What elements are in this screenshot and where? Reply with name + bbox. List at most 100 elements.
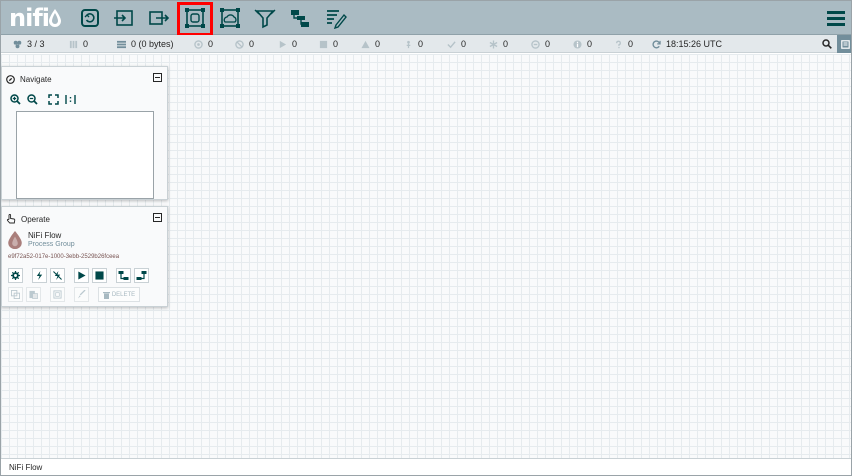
locally-modified-stat: 0 xyxy=(489,35,508,53)
label-button[interactable] xyxy=(323,5,349,31)
not-transmitting-icon xyxy=(235,39,244,49)
fit-button[interactable] xyxy=(47,93,60,106)
disabled-stat: 0 xyxy=(404,35,423,53)
selected-component-type: Process Group xyxy=(28,241,75,248)
stale-count: 0 xyxy=(545,39,551,49)
navigate-collapse-button[interactable] xyxy=(153,73,162,82)
color-button[interactable] xyxy=(74,287,89,302)
delete-label: DELETE xyxy=(111,291,136,298)
threads-icon xyxy=(69,40,78,48)
disabled-count: 0 xyxy=(418,39,424,49)
input-port-button[interactable] xyxy=(111,5,137,31)
up-to-date-stat: 0 xyxy=(447,35,466,53)
processor-button[interactable] xyxy=(77,5,103,31)
funnel-button[interactable] xyxy=(252,5,278,31)
label-icon xyxy=(327,10,347,29)
bulletin-board-button[interactable] xyxy=(837,35,851,53)
group-icon xyxy=(53,290,62,299)
remote-process-group-icon xyxy=(220,8,240,28)
create-template-button[interactable] xyxy=(116,268,131,283)
input-port-icon xyxy=(114,10,133,26)
template-button[interactable] xyxy=(287,5,313,31)
stopped-stat: 0 xyxy=(319,35,338,53)
navigate-header[interactable]: Navigate xyxy=(2,70,167,88)
last-refresh-stat: 18:15:26 UTC xyxy=(652,35,722,53)
copy-button[interactable] xyxy=(8,287,23,302)
create-template-icon xyxy=(118,271,129,280)
operate-panel: Operate NiFi Flow Process Group e9f72a52… xyxy=(1,206,168,307)
operate-actions-row-1 xyxy=(8,268,149,283)
group-button[interactable] xyxy=(50,287,65,302)
selected-component-id: e9f72a52-017e-1000-3ebb-2529b26fceea xyxy=(8,254,120,260)
trash-icon xyxy=(102,291,110,299)
queued-stat: 0 (0 bytes) xyxy=(117,35,174,53)
copy-icon xyxy=(11,290,20,299)
zoom-in-button[interactable] xyxy=(9,93,22,106)
nifi-logo: nifi xyxy=(9,4,61,32)
processor-icon xyxy=(81,9,99,27)
search-button[interactable] xyxy=(819,36,835,52)
refresh-icon xyxy=(652,39,661,48)
birdseye-view[interactable] xyxy=(16,111,154,199)
delete-button[interactable]: DELETE xyxy=(98,287,140,302)
template-icon xyxy=(291,10,309,27)
navigate-tools xyxy=(2,88,167,106)
upload-template-button[interactable] xyxy=(134,268,149,283)
stopped-icon xyxy=(319,40,328,48)
breadcrumb-item-root[interactable]: NiFi Flow xyxy=(9,463,42,472)
operate-actions-row-2: DELETE xyxy=(8,287,140,302)
operate-collapse-button[interactable] xyxy=(153,213,162,222)
selection-highlight xyxy=(177,2,213,36)
nifi-drop-icon xyxy=(48,9,61,27)
stop-button[interactable] xyxy=(92,268,107,283)
connected-nodes-stat: 3 / 3 xyxy=(13,35,45,53)
stop-icon xyxy=(95,271,104,280)
start-button[interactable] xyxy=(74,268,89,283)
locally-modified-stale-stat: 0 xyxy=(573,35,592,53)
locally-modified-count: 0 xyxy=(503,39,509,49)
operate-header[interactable]: Operate xyxy=(2,210,167,228)
invalid-count: 0 xyxy=(375,39,381,49)
queued-count: 0 (0 bytes) xyxy=(131,39,174,49)
flow-status-bar: 3 / 3 0 0 (0 bytes) 0 0 0 0 0 0 0 0 0 0 … xyxy=(1,35,851,53)
output-port-button[interactable] xyxy=(146,5,172,31)
nifi-drop-icon xyxy=(8,231,22,249)
question-icon xyxy=(616,40,621,48)
bulletin-icon xyxy=(840,39,850,49)
brush-icon xyxy=(77,290,86,299)
running-count: 0 xyxy=(292,39,298,49)
play-icon xyxy=(78,271,86,280)
hand-pointer-icon xyxy=(6,214,16,224)
configure-button[interactable] xyxy=(8,268,23,283)
remote-process-group-button[interactable] xyxy=(217,5,243,31)
zoom-out-button[interactable] xyxy=(26,93,39,106)
actual-size-button[interactable] xyxy=(64,93,77,106)
upload-template-icon xyxy=(136,271,147,280)
output-port-icon xyxy=(149,11,170,25)
operate-title: Operate xyxy=(21,214,50,224)
disable-button[interactable] xyxy=(50,268,65,283)
cluster-icon xyxy=(13,40,22,48)
paste-button[interactable] xyxy=(26,287,41,302)
expand-icon xyxy=(48,93,59,105)
check-icon xyxy=(447,40,456,48)
zoom-out-icon xyxy=(27,93,38,105)
hamburger-menu-icon xyxy=(827,11,845,26)
navigate-title: Navigate xyxy=(20,74,52,84)
transmitting-icon xyxy=(194,39,203,49)
selected-component-name: NiFi Flow xyxy=(28,231,62,240)
connected-nodes-count: 3 / 3 xyxy=(27,39,45,49)
global-menu-button[interactable] xyxy=(827,9,845,27)
stopped-count: 0 xyxy=(333,39,339,49)
info-icon xyxy=(573,39,582,49)
queue-icon xyxy=(117,40,126,48)
warning-icon xyxy=(361,40,370,48)
breadcrumb: NiFi Flow xyxy=(1,458,851,475)
enable-button[interactable] xyxy=(32,268,47,283)
running-icon xyxy=(279,40,287,48)
funnel-icon xyxy=(254,9,276,29)
up-to-date-count: 0 xyxy=(461,39,467,49)
running-stat: 0 xyxy=(278,35,297,53)
invalid-stat: 0 xyxy=(361,35,380,53)
active-threads-stat: 0 xyxy=(69,35,88,53)
